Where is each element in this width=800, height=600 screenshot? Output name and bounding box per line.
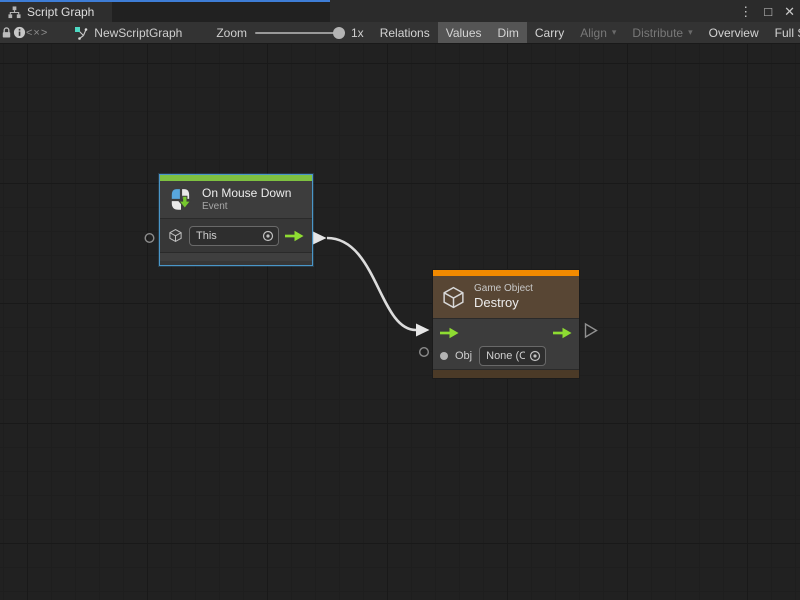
node-on-mouse-down[interactable]: On Mouse Down Event This bbox=[160, 175, 312, 265]
carry-button[interactable]: Carry bbox=[527, 22, 572, 43]
flow-connection-arrowhead bbox=[416, 324, 430, 337]
zoom-slider[interactable] bbox=[255, 32, 343, 34]
flow-output-arrow[interactable] bbox=[313, 232, 327, 245]
tab-bar-right bbox=[330, 0, 800, 22]
node-footer bbox=[160, 252, 312, 261]
destroy-flow-row bbox=[433, 322, 579, 343]
game-object-cube-icon bbox=[168, 228, 183, 243]
object-picker-icon[interactable] bbox=[262, 230, 274, 242]
flow-in-arrow-icon[interactable] bbox=[440, 327, 459, 339]
hierarchy-icon bbox=[8, 6, 21, 19]
script-graph-window: Script Graph ⋮ □ ✕ <×> bbox=[0, 0, 800, 600]
connection-layer bbox=[0, 44, 800, 600]
code-preview-button[interactable]: <×> bbox=[26, 22, 48, 43]
info-icon bbox=[13, 26, 26, 39]
mouse-down-icon bbox=[168, 187, 194, 213]
lock-icon bbox=[0, 26, 13, 39]
graph-asset-name: NewScriptGraph bbox=[94, 26, 182, 40]
node-destroy[interactable]: Game Object Destroy Obj bbox=[433, 270, 579, 378]
node-footer bbox=[433, 369, 579, 378]
obj-value-port[interactable] bbox=[440, 352, 448, 360]
zoom-control: Zoom 1x bbox=[216, 22, 363, 43]
flow-out-arrow-icon[interactable] bbox=[553, 327, 572, 339]
distribute-dropdown[interactable]: Distribute ▾ bbox=[624, 22, 700, 43]
tab-well bbox=[112, 2, 330, 22]
graph-canvas[interactable]: On Mouse Down Event This bbox=[0, 44, 800, 600]
zoom-value: 1x bbox=[351, 26, 364, 40]
obj-field-value: None (O bbox=[486, 350, 525, 362]
destroy-obj-input-port[interactable] bbox=[420, 348, 429, 357]
tab-label: Script Graph bbox=[27, 5, 94, 19]
close-icon[interactable]: ✕ bbox=[784, 5, 795, 18]
obj-field[interactable]: None (O bbox=[479, 346, 546, 366]
fullscreen-button[interactable]: Full S bbox=[767, 22, 800, 43]
values-button[interactable]: Values bbox=[438, 22, 490, 43]
lock-button[interactable] bbox=[0, 22, 13, 43]
node-category: Game Object bbox=[474, 283, 533, 295]
code-icon: <×> bbox=[26, 27, 48, 39]
flow-out-arrow-icon[interactable] bbox=[285, 230, 304, 242]
destroy-exit-port[interactable] bbox=[586, 324, 597, 337]
relations-button[interactable]: Relations bbox=[372, 22, 438, 43]
target-field-value: This bbox=[196, 230, 217, 242]
graph-asset-breadcrumb[interactable]: NewScriptGraph bbox=[74, 22, 182, 43]
align-dropdown[interactable]: Align ▾ bbox=[572, 22, 624, 43]
maximize-icon[interactable]: □ bbox=[764, 5, 772, 18]
chevron-down-icon: ▾ bbox=[612, 27, 617, 38]
node-title: On Mouse Down bbox=[202, 186, 291, 200]
tab-bar: Script Graph ⋮ □ ✕ bbox=[0, 0, 800, 22]
node-subtitle: Event bbox=[202, 201, 291, 213]
node-title: Destroy bbox=[474, 295, 533, 311]
overview-button[interactable]: Overview bbox=[701, 22, 767, 43]
node-header: On Mouse Down Event bbox=[160, 181, 312, 219]
chevron-down-icon: ▾ bbox=[688, 27, 693, 38]
node-header: Game Object Destroy bbox=[433, 276, 579, 319]
destroy-obj-row: Obj None (O bbox=[433, 343, 579, 368]
flow-connection-wire[interactable] bbox=[327, 238, 416, 330]
script-graph-asset-icon bbox=[74, 26, 88, 40]
zoom-slider-handle[interactable] bbox=[333, 27, 345, 39]
target-field[interactable]: This bbox=[189, 226, 279, 246]
object-picker-icon[interactable] bbox=[529, 350, 541, 362]
game-object-cube-icon bbox=[441, 285, 466, 310]
event-target-row: This bbox=[160, 219, 312, 252]
zoom-label: Zoom bbox=[216, 26, 247, 40]
graph-toolbar: <×> NewScriptGraph Zoom 1x Relations Val… bbox=[0, 22, 800, 44]
obj-label: Obj bbox=[455, 350, 472, 362]
info-button[interactable] bbox=[13, 22, 26, 43]
window-menu-icon[interactable]: ⋮ bbox=[739, 5, 752, 18]
tab-script-graph[interactable]: Script Graph bbox=[0, 2, 112, 22]
window-controls: ⋮ □ ✕ bbox=[739, 0, 795, 22]
dim-button[interactable]: Dim bbox=[490, 22, 527, 43]
event-target-input-port[interactable] bbox=[145, 234, 154, 243]
